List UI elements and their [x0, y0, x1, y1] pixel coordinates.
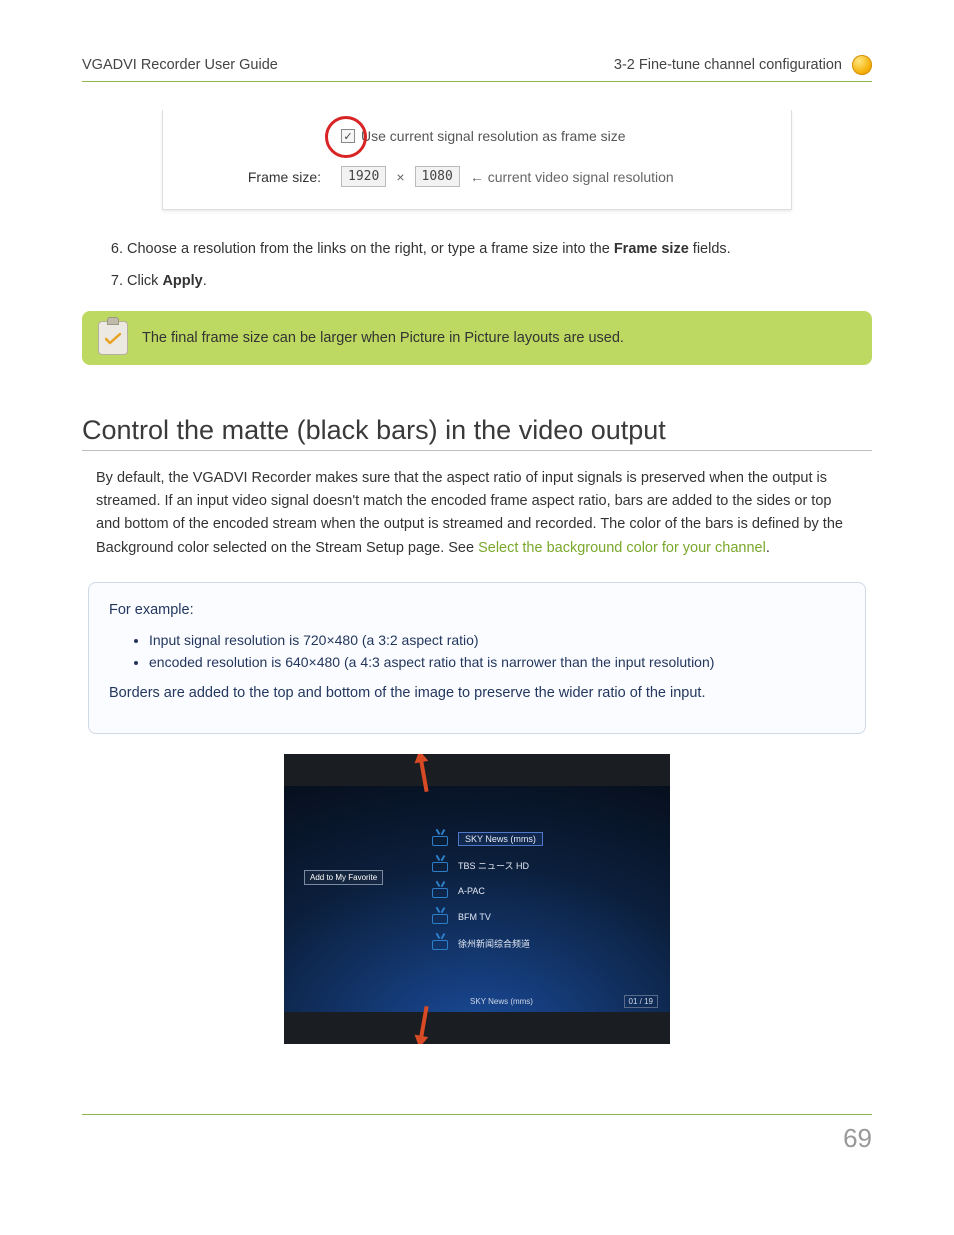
step-7: Click Apply.: [127, 270, 872, 292]
matte-bar-bottom: [284, 1012, 670, 1044]
channel-row[interactable]: 徐州新闻综合频道: [432, 936, 656, 950]
step6-bold: Frame size: [614, 241, 689, 257]
page-header: VGADVI Recorder User Guide 3-2 Fine-tune…: [82, 55, 872, 82]
tv-icon: [432, 910, 448, 924]
example-bullets: Input signal resolution is 720×480 (a 3:…: [109, 632, 845, 670]
frame-size-figure: ✓ Use current signal resolution as frame…: [162, 110, 792, 210]
header-right: 3-2 Fine-tune channel configuration: [614, 55, 872, 75]
channel-list: SKY News (mms) TBS ニュース HD A-PAC BFM TV …: [432, 832, 656, 950]
example-bullet-1: Input signal resolution is 720×480 (a 3:…: [149, 632, 845, 648]
use-signal-resolution-checkbox[interactable]: ✓: [341, 129, 355, 143]
example-tail: Borders are added to the top and bottom …: [109, 682, 845, 705]
example-bullet-2: encoded resolution is 640×480 (a 4:3 asp…: [149, 654, 845, 670]
header-left: VGADVI Recorder User Guide: [82, 57, 278, 73]
matte-bar-top: [284, 754, 670, 786]
section-paragraph: By default, the VGADVI Recorder makes su…: [96, 467, 858, 560]
header-section-label: 3-2 Fine-tune channel configuration: [614, 57, 842, 73]
clipboard-check-icon: [98, 321, 128, 355]
tv-status-text: SKY News (mms): [470, 997, 533, 1006]
channel-row[interactable]: SKY News (mms): [432, 832, 656, 846]
channel-row[interactable]: A-PAC: [432, 884, 656, 898]
times-symbol: ×: [396, 169, 404, 185]
tip-callout: The final frame size can be larger when …: [82, 311, 872, 365]
page-number: 69: [843, 1123, 872, 1153]
channel-label: TBS ニュース HD: [458, 859, 529, 872]
frame-height-input[interactable]: 1080: [415, 166, 460, 187]
use-signal-resolution-row: ✓ Use current signal resolution as frame…: [191, 128, 763, 144]
background-color-link[interactable]: Select the background color for your cha…: [478, 540, 766, 556]
add-to-favorite-button[interactable]: Add to My Favorite: [304, 870, 383, 885]
tip-text: The final frame size can be larger when …: [142, 330, 624, 346]
step-6: Choose a resolution from the links on th…: [127, 238, 872, 260]
resolution-hint: ← current video signal resolution: [470, 169, 674, 185]
page-footer: 69: [82, 1114, 872, 1154]
tv-page-indicator: 01 / 19: [624, 995, 658, 1008]
frame-size-label: Frame size:: [231, 169, 331, 185]
tv-channel-figure: Add to My Favorite SKY News (mms) TBS ニュ…: [284, 754, 670, 1044]
use-signal-resolution-label: Use current signal resolution as frame s…: [361, 128, 626, 144]
channel-label: SKY News (mms): [458, 832, 543, 846]
brand-logo-icon: [852, 55, 872, 75]
tv-screen-area: Add to My Favorite SKY News (mms) TBS ニュ…: [284, 786, 670, 1012]
channel-label: 徐州新闻综合频道: [458, 937, 530, 950]
tv-icon: [432, 858, 448, 872]
frame-size-row: Frame size: 1920 × 1080 ← current video …: [191, 166, 763, 187]
tv-icon: [432, 884, 448, 898]
step-list: Choose a resolution from the links on th…: [82, 238, 872, 293]
tv-icon: [432, 936, 448, 950]
channel-label: BFM TV: [458, 912, 491, 922]
channel-label: A-PAC: [458, 886, 485, 896]
channel-row[interactable]: TBS ニュース HD: [432, 858, 656, 872]
frame-width-input[interactable]: 1920: [341, 166, 386, 187]
channel-row[interactable]: BFM TV: [432, 910, 656, 924]
step7-bold: Apply: [162, 273, 202, 289]
example-lead: For example:: [109, 599, 845, 622]
section-title: Control the matte (black bars) in the vi…: [82, 415, 872, 451]
tv-icon: [432, 832, 448, 846]
example-callout: For example: Input signal resolution is …: [88, 582, 866, 734]
